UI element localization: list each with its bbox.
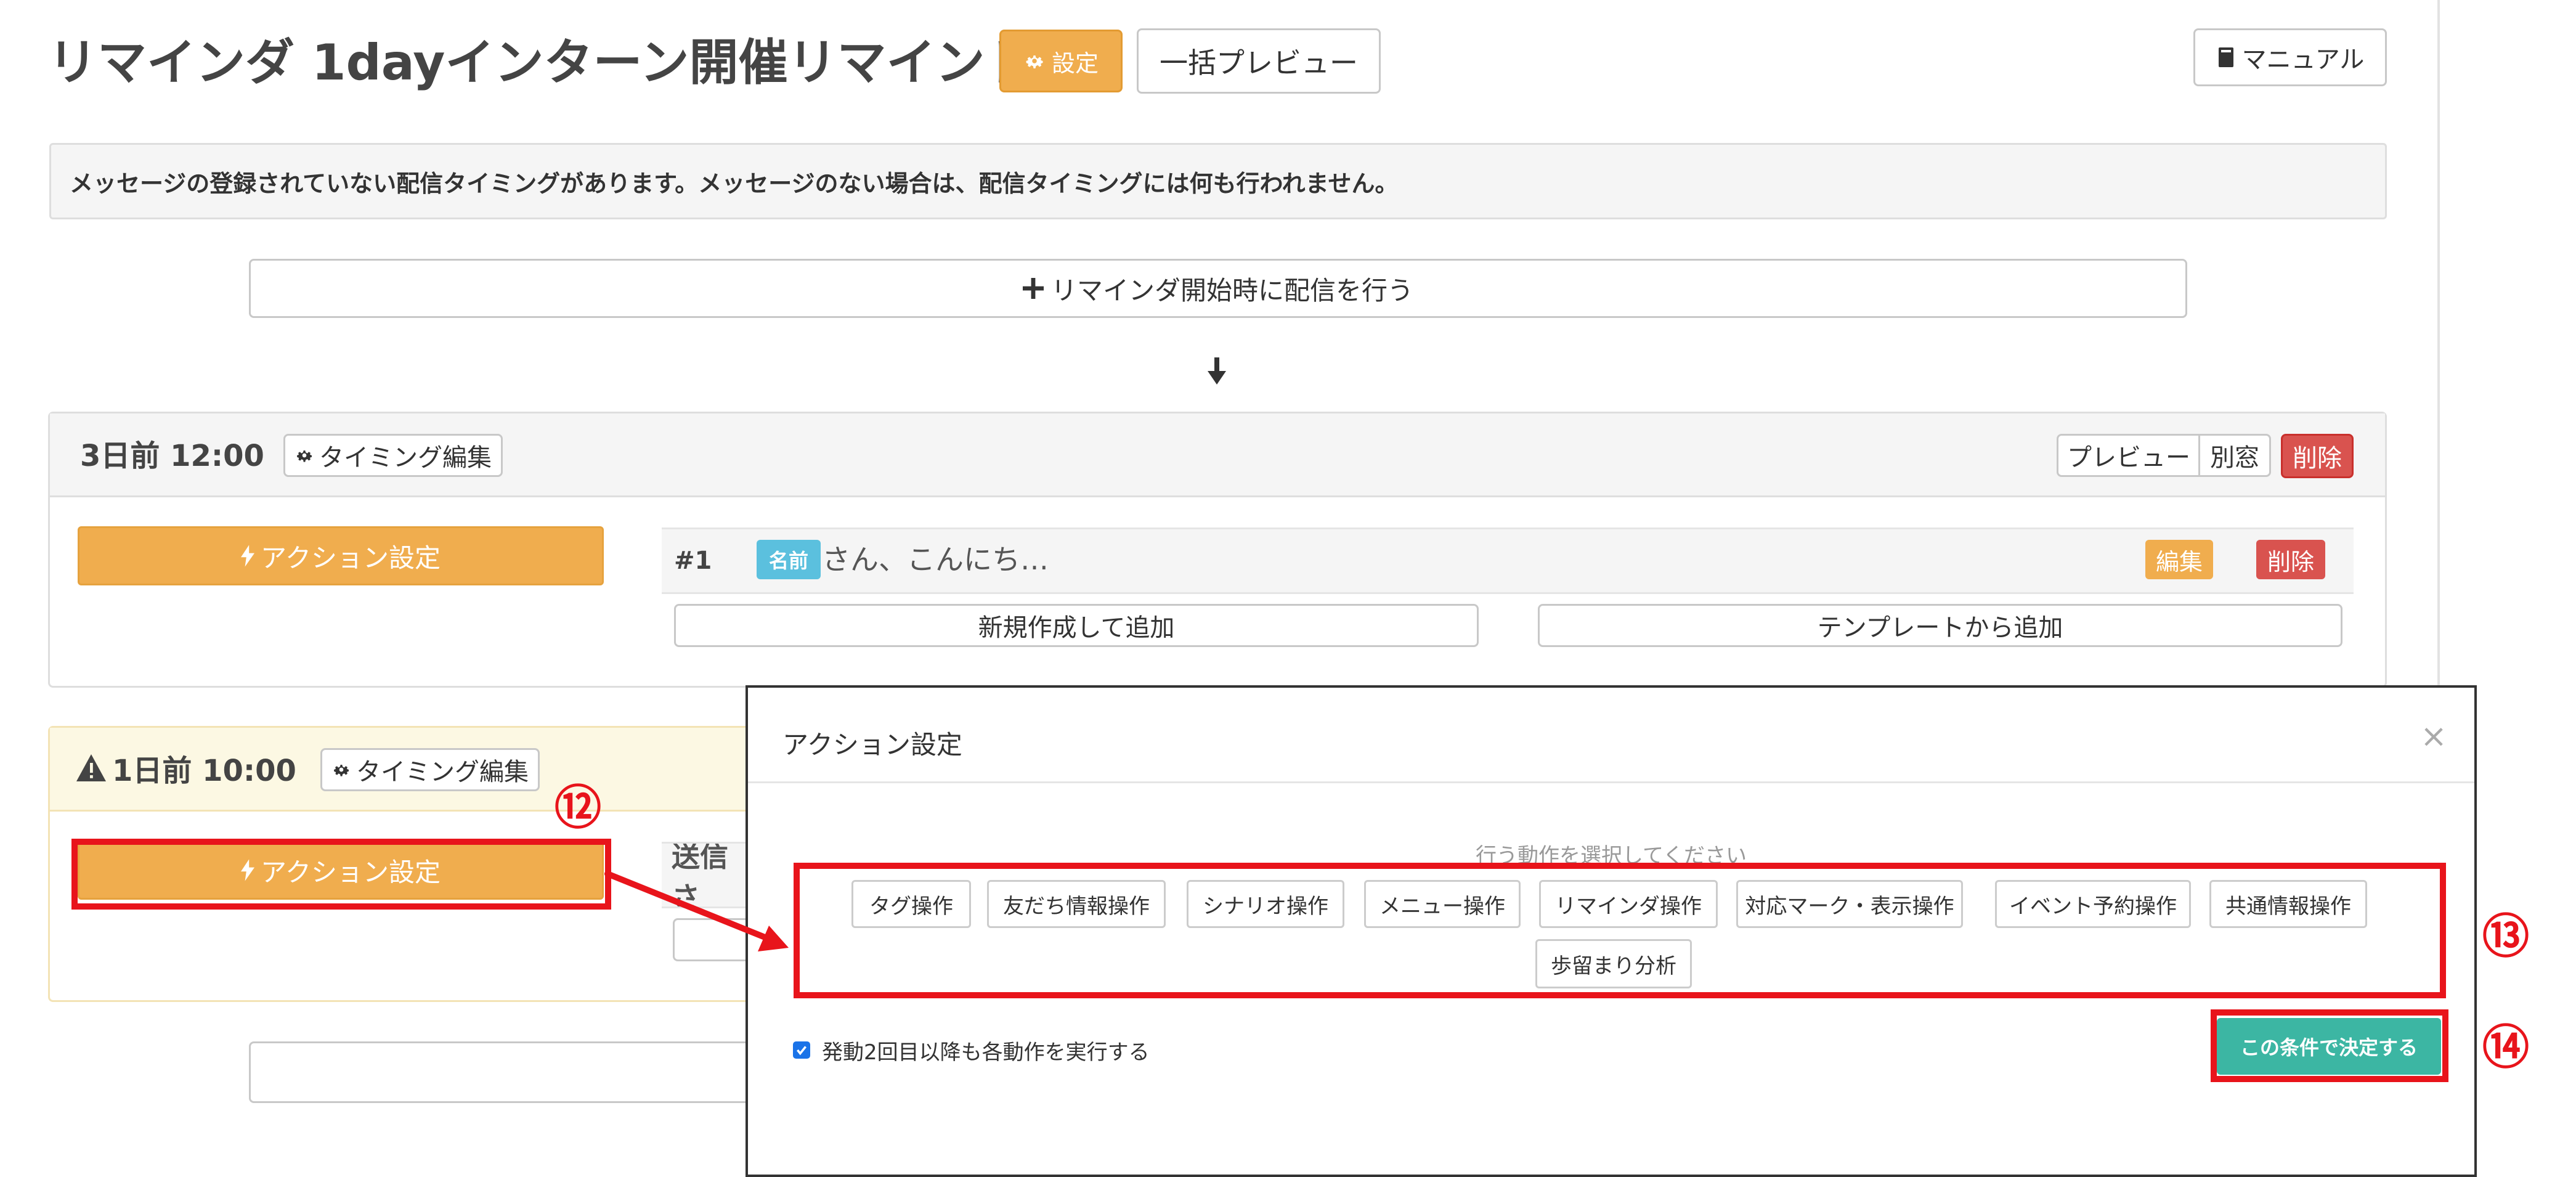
manual-button[interactable]: マニュアル — [2193, 28, 2387, 86]
message-delete-button[interactable]: 削除 — [2256, 540, 2325, 579]
timing-label: 3日前 12:00 — [80, 439, 264, 473]
timing-label-warning: 1日前 10:00 — [76, 746, 296, 790]
add-start-delivery-button[interactable]: リマインダ開始時に配信を行う — [249, 259, 2187, 318]
gear-icon — [331, 760, 351, 780]
bolt-icon — [241, 545, 255, 567]
timing-edit-label: タイミング編集 — [356, 758, 529, 786]
timing-label-text: 1日前 10:00 — [112, 754, 296, 788]
step-13-callout: ⑬ — [2482, 909, 2529, 964]
page-title: リマインダ 1dayインターン開催リマインド — [48, 34, 1034, 91]
arrow-down-icon — [1208, 357, 1226, 386]
repeat-checkbox-label: 発動2回目以降も各動作を実行する — [822, 1040, 1150, 1065]
name-badge: 名前 — [757, 540, 821, 579]
highlight-operations — [794, 863, 2446, 998]
new-create-add-button[interactable]: 新規作成して追加 — [674, 604, 1479, 647]
action-settings-button[interactable]: アクション設定 — [78, 526, 604, 585]
modal-divider — [748, 781, 2474, 783]
no-message-notice: メッセージの登録されていない配信タイミングがあります。メッセージのない場合は、配… — [49, 143, 2387, 219]
highlight-confirm-button — [2211, 1009, 2448, 1082]
timing-delete-button[interactable]: 削除 — [2281, 434, 2354, 478]
gear-icon — [295, 446, 314, 465]
preview-all-button[interactable]: 一括プレビュー — [1137, 28, 1381, 94]
gear-icon — [1023, 50, 1046, 72]
timing-edit-button[interactable]: タイミング編集 — [320, 748, 540, 791]
timing-preview-button[interactable]: プレビュー — [2057, 434, 2201, 477]
partial-add-end-button[interactable] — [249, 1041, 750, 1103]
settings-button[interactable]: 設定 — [999, 30, 1123, 92]
highlight-action-button — [71, 839, 611, 910]
red-arrow-icon — [604, 869, 801, 955]
plus-icon — [1022, 278, 1044, 299]
message-preview-text: さん、こんにち… — [822, 543, 1049, 576]
message-edit-button[interactable]: 編集 — [2145, 540, 2213, 579]
close-icon[interactable]: × — [2415, 715, 2452, 758]
warning-icon — [76, 754, 106, 781]
repeat-checkbox[interactable] — [793, 1041, 810, 1059]
template-add-button[interactable]: テンプレートから追加 — [1538, 604, 2342, 647]
add-start-delivery-label: リマインダ開始時に配信を行う — [1050, 275, 1413, 306]
step-14-callout: ⑭ — [2482, 1020, 2529, 1075]
manual-label: マニュアル — [2241, 46, 2365, 74]
timing-open-window-button[interactable]: 別窓 — [2198, 434, 2271, 477]
message-number: #1 — [674, 547, 712, 575]
action-settings-label: アクション設定 — [261, 542, 441, 573]
timing-edit-label: タイミング編集 — [319, 444, 492, 472]
book-icon — [2216, 46, 2236, 68]
settings-label: 設定 — [1051, 49, 1099, 77]
step-12-callout: ⑫ — [555, 780, 601, 835]
timing-edit-button[interactable]: タイミング編集 — [283, 434, 503, 477]
modal-title: アクション設定 — [782, 729, 962, 760]
